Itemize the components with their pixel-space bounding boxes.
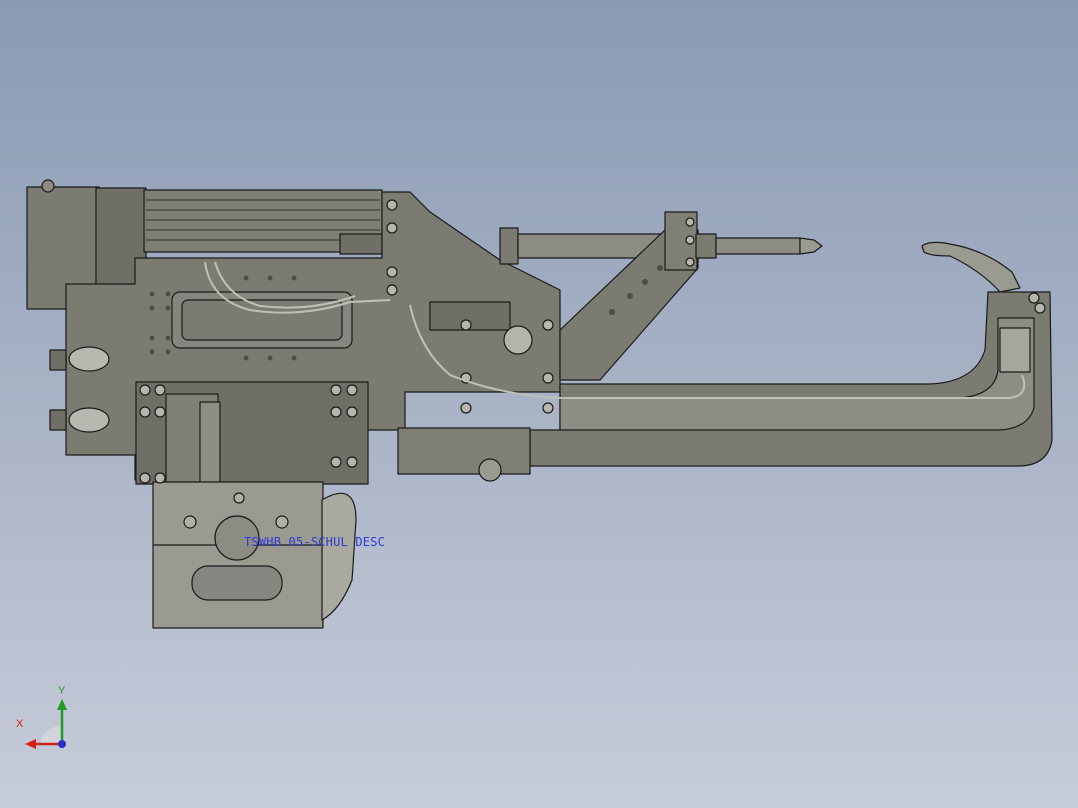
- orientation-triad[interactable]: X Y: [12, 685, 76, 750]
- axis-y-label: Y: [58, 685, 66, 697]
- weld-gun-model[interactable]: [0, 0, 1078, 808]
- axis-x-label: X: [16, 718, 24, 730]
- cad-viewport[interactable]: TSWHB 05-SCHUL DESC X Y: [0, 0, 1078, 808]
- model-annotation-label: TSWHB 05-SCHUL DESC: [244, 535, 386, 549]
- gearbox-housing: [152, 481, 357, 629]
